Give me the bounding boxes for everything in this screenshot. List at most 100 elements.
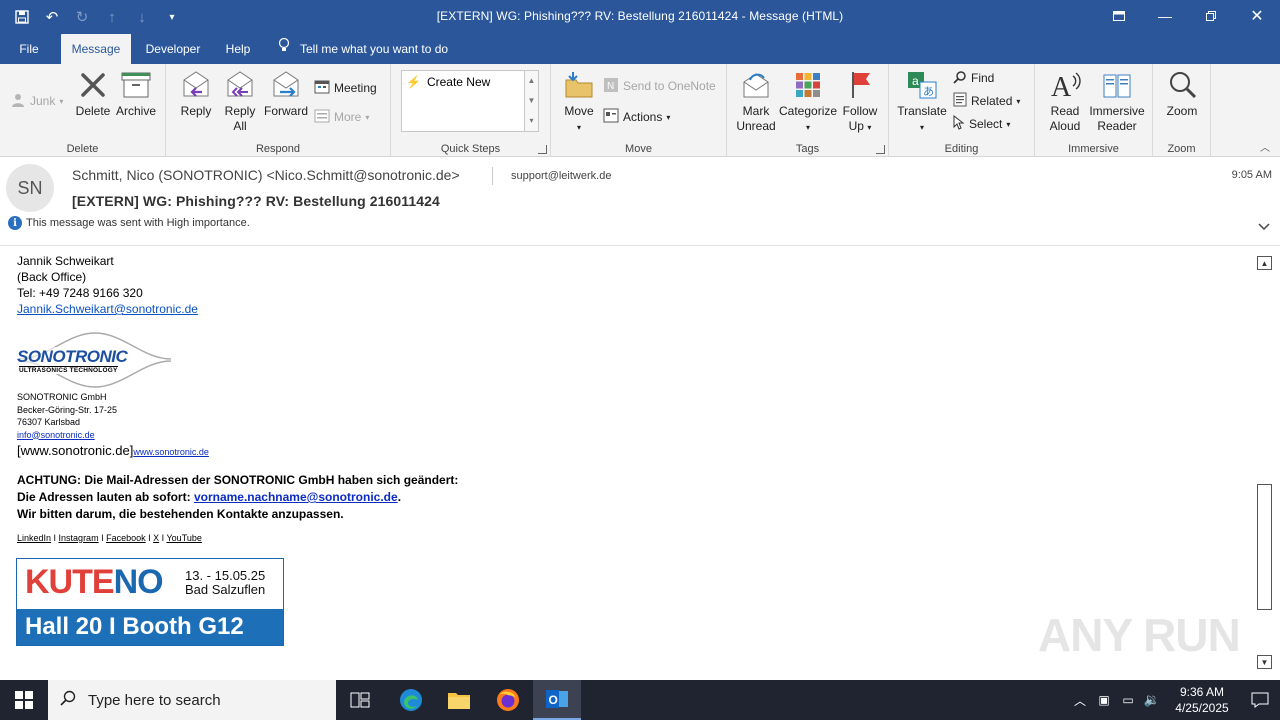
save-icon[interactable] (10, 5, 34, 29)
redo-icon[interactable]: ↻ (70, 5, 94, 29)
importance-text: This message was sent with High importan… (26, 217, 250, 229)
company-city: 76307 Karlsbad (17, 417, 81, 427)
signature-email-link[interactable]: Jannik.Schweikart@sonotronic.de (17, 301, 198, 317)
social-link-instagram[interactable]: Instagram (59, 533, 99, 543)
sender[interactable]: Schmitt, Nico (SONOTRONIC) <Nico.Schmitt… (72, 167, 460, 183)
related-button[interactable]: Related ▾ (953, 91, 1020, 111)
tab-developer[interactable]: Developer (140, 34, 206, 64)
next-item-icon[interactable]: ↓ (130, 5, 154, 29)
meeting-button[interactable]: Meeting (314, 78, 377, 98)
quick-steps-gallery[interactable]: ⚡ Create New (401, 70, 529, 132)
outlook-icon[interactable]: O (533, 680, 581, 720)
previous-item-icon[interactable]: ↑ (100, 5, 124, 29)
system-tray: ︿ ▣ ▭ 🔉 9:36 AM 4/25/2025 (1068, 680, 1280, 720)
device-icon[interactable]: ▣ (1092, 693, 1116, 707)
social-link-youtube[interactable]: YouTube (167, 533, 202, 543)
social-link-x[interactable]: X (153, 533, 159, 543)
ribbon-display-options-icon[interactable] (1096, 0, 1142, 32)
scroll-down-icon[interactable]: ▼ (1257, 655, 1272, 669)
collapse-ribbon-icon[interactable]: ︿ (1260, 139, 1270, 154)
chevron-down-icon: ▾ (1016, 96, 1021, 106)
translate-button[interactable]: aあ Translate ▾ (897, 68, 947, 135)
watermark: ANY RUN (1038, 609, 1241, 661)
find-button[interactable]: Find (953, 68, 994, 88)
tell-me-box[interactable]: Tell me what you want to do (278, 34, 448, 64)
windows-start-icon[interactable] (0, 680, 48, 720)
social-link-linkedin[interactable]: LinkedIn (17, 533, 51, 543)
firefox-icon[interactable] (484, 680, 532, 720)
tab-help[interactable]: Help (218, 34, 258, 64)
file-explorer-icon[interactable] (435, 680, 483, 720)
tray-overflow-icon[interactable]: ︿ (1068, 692, 1092, 709)
network-icon[interactable]: ▭ (1116, 693, 1140, 707)
body-scrollbar[interactable]: ▲ ▼ (1256, 254, 1274, 670)
logo-wordmark: SONOTRONIC (17, 347, 128, 367)
delete-button[interactable]: Delete (74, 68, 112, 119)
follow-up-button[interactable]: Follow Up ▾ (839, 68, 881, 135)
customize-toolbar-icon[interactable]: ▾ (160, 5, 184, 29)
sonotronic-logo: SONOTRONIC ULTRASONICS TECHNOLOGY (17, 331, 173, 389)
scroll-thumb[interactable] (1257, 484, 1272, 610)
taskbar-clock[interactable]: 9:36 AM 4/25/2025 (1164, 684, 1240, 716)
select-button[interactable]: Select ▾ (953, 114, 1010, 134)
info-email-link[interactable]: info@sonotronic.de (17, 429, 95, 442)
notice-line-2: Die Adressen lauten ab sofort: vorname.n… (17, 490, 402, 504)
forward-button[interactable]: Forward (264, 68, 308, 119)
banner-logo: KUTENO (25, 563, 164, 601)
importance-infobar: i This message was sent with High import… (8, 216, 250, 230)
kuteno-banner[interactable]: KUTENO 13. - 15.05.25 Bad Salzuflen Hall… (16, 558, 284, 646)
tab-message[interactable]: Message (61, 34, 131, 64)
website-link[interactable]: www.sonotronic.de (133, 447, 209, 457)
quick-steps-scroll[interactable]: ▲ ▼ ▾ (524, 70, 539, 132)
send-to-onenote-button[interactable]: N Send to OneNote (603, 76, 716, 96)
tab-file[interactable]: File (8, 34, 50, 64)
categorize-button[interactable]: Categorize ▾ (779, 68, 837, 135)
move-button[interactable]: Move ▾ (561, 68, 597, 135)
reply-all-button[interactable]: Reply All (220, 68, 260, 134)
banner-top: KUTENO 13. - 15.05.25 Bad Salzuflen (17, 559, 283, 611)
clock-time: 9:36 AM (1179, 685, 1225, 699)
restore-icon[interactable] (1188, 0, 1234, 32)
reply-button[interactable]: Reply (176, 68, 216, 119)
title-bar: ↶ ↻ ↑ ↓ ▾ [EXTERN] WG: Phishing??? RV: B… (0, 0, 1280, 34)
minimize-icon[interactable]: — (1142, 0, 1188, 32)
zoom-icon (1165, 68, 1199, 102)
dialog-launcher-icon[interactable] (876, 145, 885, 154)
immersive-reader-button[interactable]: Immersive Reader (1087, 68, 1147, 134)
more-button[interactable]: More ▾ (314, 107, 369, 127)
group-label-tags: Tags (795, 143, 820, 155)
create-new-quick-step[interactable]: ⚡ Create New (406, 75, 490, 89)
taskbar-search-box[interactable]: Type here to search (48, 680, 336, 720)
new-address-link[interactable]: vorname.nachname@sonotronic.de (194, 490, 398, 504)
archive-button[interactable]: Archive (114, 68, 158, 119)
forward-icon (269, 68, 303, 102)
group-move: Move ▾ N Send to OneNote Actions ▾ Move (551, 64, 727, 157)
task-view-icon[interactable] (336, 680, 384, 720)
company-name: SONOTRONIC GmbH (17, 392, 107, 402)
group-label-delete: Delete (66, 143, 99, 155)
expand-header-icon[interactable] (1258, 220, 1270, 234)
undo-icon[interactable]: ↶ (40, 5, 64, 29)
notifications-icon[interactable] (1240, 692, 1280, 708)
junk-button[interactable]: Junk ▾ (10, 91, 63, 111)
search-icon (953, 70, 967, 87)
chevron-down-icon: ▾ (666, 112, 671, 122)
banner-booth: Hall 20 I Booth G12 (17, 609, 283, 645)
edge-browser-icon[interactable] (387, 680, 435, 720)
mark-unread-button[interactable]: Mark Unread (733, 68, 779, 134)
lightning-icon: ⚡ (406, 75, 421, 89)
group-label-move: Move (625, 143, 652, 155)
dialog-launcher-icon[interactable] (538, 145, 547, 154)
scroll-up-icon[interactable]: ▲ (1257, 256, 1272, 270)
banner-dates: 13. - 15.05.25 Bad Salzuflen (185, 568, 266, 597)
read-aloud-button[interactable]: A Read Aloud (1043, 68, 1087, 134)
close-icon[interactable]: ✕ (1234, 0, 1280, 32)
actions-button[interactable]: Actions ▾ (603, 107, 670, 127)
recipient[interactable]: support@leitwerk.de (492, 167, 611, 185)
reply-all-icon (223, 68, 257, 102)
website-line: [www.sonotronic.de]www.sonotronic.de (17, 443, 209, 458)
social-link-facebook[interactable]: Facebook (106, 533, 146, 543)
volume-icon[interactable]: 🔉 (1140, 692, 1164, 708)
zoom-button[interactable]: Zoom (1161, 68, 1203, 119)
signature-phone: Tel: +49 7248 9166 320 (17, 286, 143, 300)
